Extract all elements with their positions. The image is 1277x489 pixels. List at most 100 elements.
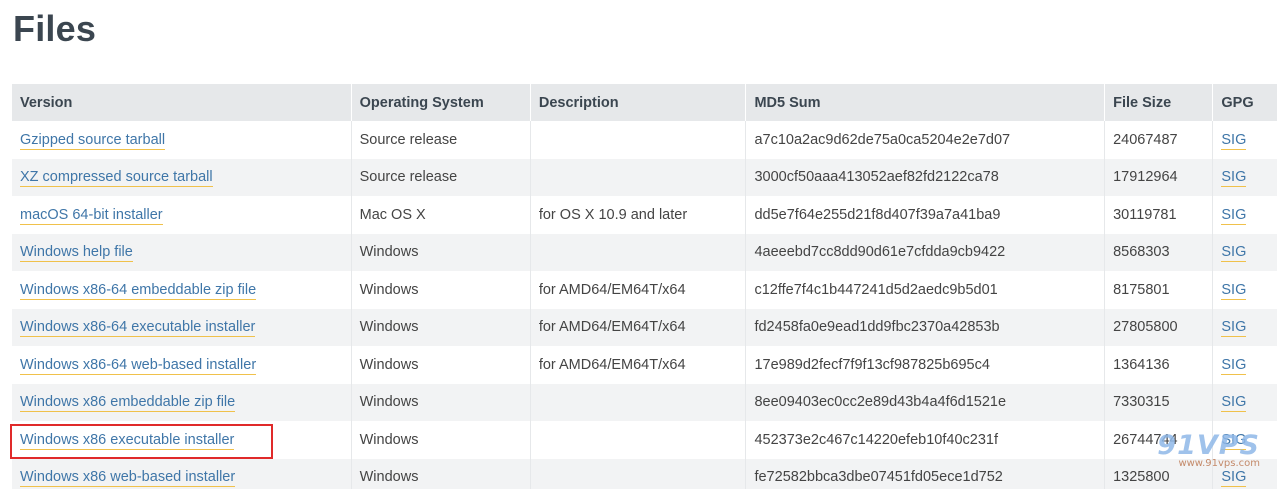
download-link[interactable]: Windows x86 web-based installer: [20, 469, 236, 488]
cell-version: Gzipped source tarball: [12, 121, 352, 159]
table-row: Windows x86 embeddable zip file Windows …: [12, 383, 1277, 421]
download-link[interactable]: macOS 64-bit installer: [20, 206, 163, 225]
table-row: Windows x86-64 web-based installer Windo…: [12, 346, 1277, 384]
files-page: Files Version Operating System Descripti…: [0, 0, 1277, 489]
cell-md5: 3000cf50aaa413052aef82fd2122ca78: [745, 158, 1105, 196]
table-row: Gzipped source tarball Source release a7…: [12, 121, 1277, 159]
cell-gpg: SIG: [1212, 458, 1277, 489]
sig-link[interactable]: SIG: [1221, 131, 1247, 150]
cell-description: [529, 158, 746, 196]
download-link[interactable]: Windows x86 embeddable zip file: [20, 394, 236, 413]
table-row: Windows x86 web-based installer Windows …: [12, 458, 1277, 489]
cell-os: Windows: [350, 346, 531, 384]
table-row: Windows x86 executable installer Windows…: [12, 421, 1277, 459]
cell-md5: fe72582bbca3dbe07451fd05ece1d752: [745, 458, 1105, 489]
download-link[interactable]: XZ compressed source tarball: [20, 169, 213, 188]
sig-link[interactable]: SIG: [1221, 356, 1247, 375]
download-link[interactable]: Windows help file: [20, 244, 133, 263]
sig-link[interactable]: SIG: [1221, 169, 1247, 188]
cell-description: [529, 121, 746, 159]
cell-size: 8175801: [1104, 271, 1213, 309]
cell-version: Windows x86 executable installer: [12, 421, 352, 459]
header-file-size: File Size: [1104, 84, 1213, 121]
table-row: macOS 64-bit installer Mac OS X for OS X…: [12, 196, 1277, 234]
cell-md5: c12ffe7f4c1b447241d5d2aedc9b5d01: [745, 271, 1105, 309]
cell-description: [529, 233, 746, 271]
cell-size: 8568303: [1104, 233, 1213, 271]
cell-version: Windows x86 web-based installer: [12, 458, 352, 489]
cell-version: Windows help file: [12, 233, 352, 271]
cell-gpg: SIG: [1212, 421, 1277, 459]
cell-gpg: SIG: [1212, 158, 1277, 196]
header-row: Version Operating System Description MD5…: [12, 84, 1277, 121]
cell-os: Mac OS X: [350, 196, 531, 234]
cell-version: Windows x86-64 embeddable zip file: [12, 271, 352, 309]
cell-description: [529, 458, 746, 489]
cell-version: Windows x86-64 web-based installer: [12, 346, 352, 384]
sig-link[interactable]: SIG: [1221, 394, 1247, 413]
table-row: Windows help file Windows 4aeeebd7cc8dd9…: [12, 233, 1277, 271]
download-link[interactable]: Gzipped source tarball: [20, 131, 166, 150]
header-md5-sum: MD5 Sum: [745, 84, 1105, 121]
cell-version: macOS 64-bit installer: [12, 196, 352, 234]
cell-os: Source release: [350, 158, 531, 196]
cell-md5: 8ee09403ec0cc2e89d43b4a4f6d1521e: [745, 383, 1105, 421]
sig-link[interactable]: SIG: [1221, 244, 1247, 263]
cell-description: for AMD64/EM64T/x64: [529, 308, 746, 346]
download-link[interactable]: Windows x86 executable installer: [20, 431, 235, 450]
cell-description: [529, 421, 746, 459]
table-row: XZ compressed source tarball Source rele…: [12, 158, 1277, 196]
cell-md5: 452373e2c467c14220efeb10f40c231f: [745, 421, 1105, 459]
cell-version: Windows x86-64 executable installer: [12, 308, 352, 346]
cell-size: 26744744: [1104, 421, 1213, 459]
cell-size: 27805800: [1104, 308, 1213, 346]
cell-os: Windows: [350, 271, 531, 309]
cell-os: Windows: [350, 233, 531, 271]
cell-gpg: SIG: [1212, 271, 1277, 309]
table-row: Windows x86-64 executable installer Wind…: [12, 308, 1277, 346]
cell-size: 1325800: [1104, 458, 1213, 489]
cell-description: [529, 383, 746, 421]
cell-os: Windows: [350, 383, 531, 421]
cell-size: 7330315: [1104, 383, 1213, 421]
cell-gpg: SIG: [1212, 308, 1277, 346]
cell-md5: dd5e7f64e255d21f8d407f39a7a41ba9: [745, 196, 1105, 234]
cell-gpg: SIG: [1212, 346, 1277, 384]
sig-link[interactable]: SIG: [1221, 319, 1247, 338]
cell-description: for AMD64/EM64T/x64: [529, 271, 746, 309]
cell-os: Windows: [350, 458, 531, 489]
cell-size: 30119781: [1104, 196, 1213, 234]
cell-size: 17912964: [1104, 158, 1213, 196]
table-row: Windows x86-64 embeddable zip file Windo…: [12, 271, 1277, 309]
page-title: Files: [13, 8, 97, 49]
cell-version: Windows x86 embeddable zip file: [12, 383, 352, 421]
cell-description: for OS X 10.9 and later: [529, 196, 746, 234]
download-link[interactable]: Windows x86-64 web-based installer: [20, 356, 257, 375]
cell-description: for AMD64/EM64T/x64: [529, 346, 746, 384]
cell-os: Windows: [350, 421, 531, 459]
header-version: Version: [12, 84, 352, 121]
cell-os: Source release: [350, 121, 531, 159]
sig-link[interactable]: SIG: [1221, 469, 1247, 488]
cell-gpg: SIG: [1212, 233, 1277, 271]
cell-md5: 4aeeebd7cc8dd90d61e7cfdda9cb9422: [745, 233, 1105, 271]
sig-link[interactable]: SIG: [1221, 281, 1247, 300]
cell-os: Windows: [350, 308, 531, 346]
header-operating-system: Operating System: [350, 84, 531, 121]
cell-version: XZ compressed source tarball: [12, 158, 352, 196]
download-link[interactable]: Windows x86-64 embeddable zip file: [20, 281, 257, 300]
download-link[interactable]: Windows x86-64 executable installer: [20, 319, 256, 338]
cell-size: 1364136: [1104, 346, 1213, 384]
files-table: Version Operating System Description MD5…: [12, 84, 1277, 489]
cell-md5: a7c10a2ac9d62de75a0ca5204e2e7d07: [745, 121, 1105, 159]
sig-link[interactable]: SIG: [1221, 431, 1247, 450]
sig-link[interactable]: SIG: [1221, 206, 1247, 225]
table-header: Version Operating System Description MD5…: [12, 84, 1277, 121]
cell-size: 24067487: [1104, 121, 1213, 159]
cell-md5: 17e989d2fecf7f9f13cf987825b695c4: [745, 346, 1105, 384]
cell-gpg: SIG: [1212, 383, 1277, 421]
cell-gpg: SIG: [1212, 196, 1277, 234]
cell-md5: fd2458fa0e9ead1dd9fbc2370a42853b: [745, 308, 1105, 346]
table-body: Gzipped source tarball Source release a7…: [12, 121, 1277, 489]
cell-gpg: SIG: [1212, 121, 1277, 159]
